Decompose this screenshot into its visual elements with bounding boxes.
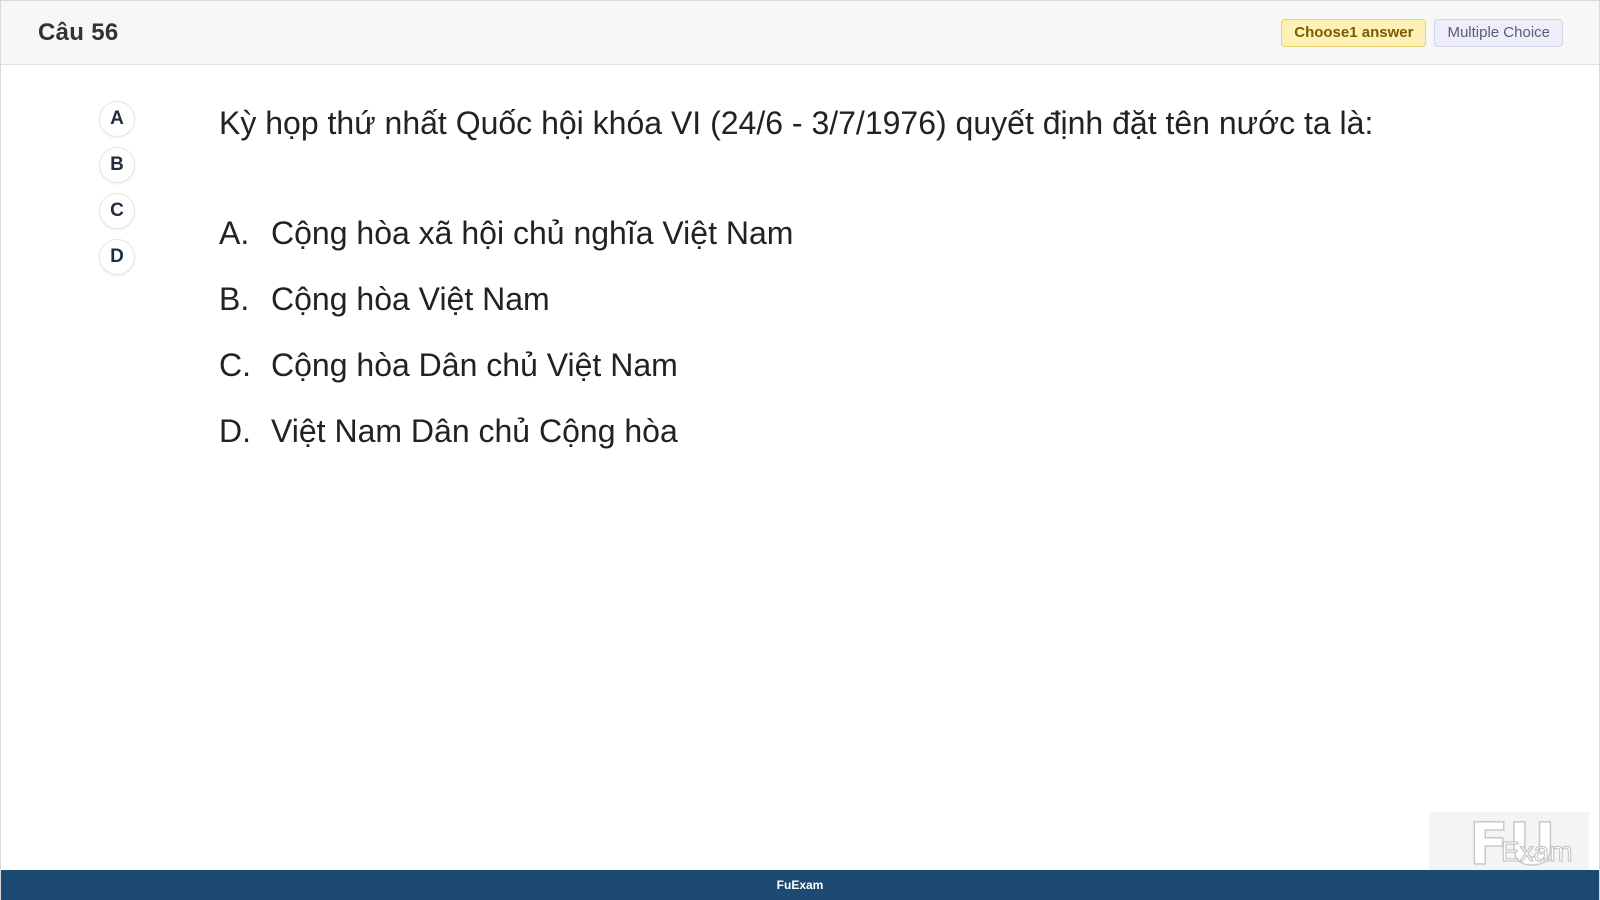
logo-word: Exam — [1501, 836, 1574, 868]
question-header: Câu 56 Choose1 answer Multiple Choice — [1, 1, 1599, 65]
answer-select-b[interactable]: B — [99, 147, 135, 183]
option-letter: B. — [219, 281, 250, 317]
footer-bar: FuExam — [1, 870, 1599, 900]
option-text: Việt Nam Dân chủ Cộng hòa — [271, 413, 678, 449]
question-badges: Choose1 answer Multiple Choice — [1281, 19, 1563, 47]
option-letter: C. — [219, 347, 251, 383]
answer-select-c[interactable]: C — [99, 193, 135, 229]
question-number: Câu 56 — [38, 19, 119, 46]
choose-one-badge: Choose1 answer — [1281, 19, 1427, 47]
option-a[interactable]: A. Cộng hòa xã hội chủ nghĩa Việt Nam — [219, 215, 1319, 281]
answer-select-a[interactable]: A — [99, 101, 135, 137]
option-letter: A. — [219, 215, 250, 251]
option-b[interactable]: B. Cộng hòa Việt Nam — [219, 281, 1319, 347]
exam-window: Câu 56 Choose1 answer Multiple Choice A … — [0, 0, 1600, 900]
option-text: Cộng hòa Dân chủ Việt Nam — [271, 347, 678, 383]
question-text: Kỳ họp thứ nhất Quốc hội khóa VI (24/6 -… — [219, 105, 1374, 141]
question-type-badge: Multiple Choice — [1434, 19, 1563, 47]
option-d[interactable]: D. Việt Nam Dân chủ Cộng hòa — [219, 413, 1319, 479]
answer-selector-column: A B C D — [99, 101, 135, 285]
option-letter: D. — [219, 413, 251, 449]
option-text: Cộng hòa Việt Nam — [271, 281, 550, 317]
option-c[interactable]: C. Cộng hòa Dân chủ Việt Nam — [219, 347, 1319, 413]
option-text: Cộng hòa xã hội chủ nghĩa Việt Nam — [271, 215, 794, 251]
answer-options: A. Cộng hòa xã hội chủ nghĩa Việt Nam B.… — [219, 215, 1319, 479]
answer-select-d[interactable]: D — [99, 239, 135, 275]
